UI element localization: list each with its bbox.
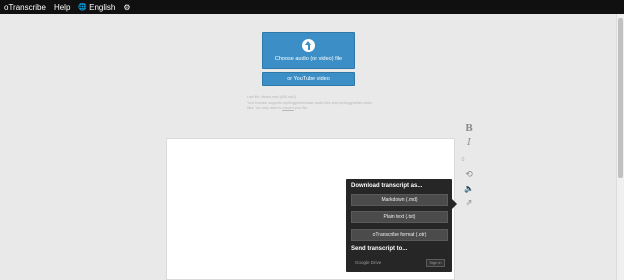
scrollbar[interactable] — [616, 14, 624, 280]
bold-button[interactable]: B — [462, 124, 476, 134]
popup-pointer — [452, 199, 457, 209]
download-heading: Download transcript as... — [351, 183, 423, 189]
export-menu: Download transcript as... Markdown (.md)… — [346, 179, 457, 272]
choose-file-label: Choose audio (or video) file — [274, 56, 343, 62]
choose-file-button[interactable]: Choose audio (or video) file — [262, 32, 355, 69]
download-otr-button[interactable]: oTranscribe format (.otr) — [351, 229, 448, 241]
help-link[interactable]: Help — [54, 3, 70, 12]
format-support-text: Your browser supports mp3/ogg/webm/wav a… — [247, 101, 372, 110]
speaker-icon[interactable]: 🔈 — [462, 184, 476, 193]
top-bar: oTranscribe Help 🌐 English ⚙ — [0, 0, 624, 14]
italic-button[interactable]: I — [462, 138, 476, 148]
send-heading: Send transcript to... — [351, 246, 408, 252]
download-plain-text-button[interactable]: Plain text (.txt) — [351, 211, 448, 223]
word-count: 0 — [461, 157, 465, 163]
sign-in-button[interactable]: Sign in — [426, 259, 445, 267]
file-info: Last file: Heads.mp4 (605 mp3) Your brow… — [247, 95, 377, 110]
google-drive-label: Google Drive — [355, 260, 382, 265]
globe-icon: 🌐 — [78, 4, 88, 11]
export-icon[interactable]: ⇗ — [462, 198, 476, 207]
convert-link[interactable]: convert — [282, 106, 293, 110]
gear-icon[interactable]: ⚙ — [123, 3, 130, 12]
scrollbar-thumb[interactable] — [618, 18, 623, 178]
download-markdown-button[interactable]: Markdown (.md) — [351, 194, 448, 206]
app-name[interactable]: oTranscribe — [4, 3, 46, 12]
language-menu[interactable]: 🌐 English — [78, 3, 115, 12]
youtube-button[interactable]: or YouTube video — [262, 72, 355, 86]
language-label: English — [89, 2, 116, 12]
history-icon[interactable]: ⟲ — [462, 169, 476, 180]
upload-arrow-icon — [302, 39, 315, 52]
